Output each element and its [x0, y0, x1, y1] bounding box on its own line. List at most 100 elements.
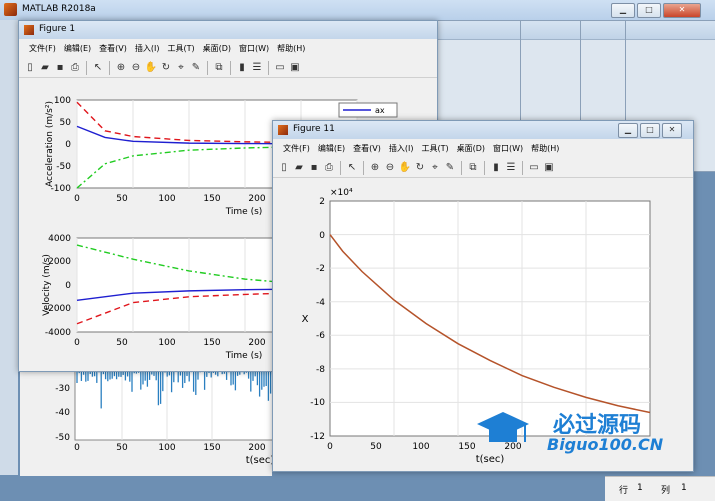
data-cursor-icon[interactable]: ⌖ [174, 61, 188, 75]
pan-icon[interactable]: ✋ [144, 61, 158, 75]
legend-label-ax: ax [375, 106, 385, 115]
dock-icon[interactable]: ▣ [288, 61, 302, 75]
bottom-ytick: -4000 [45, 328, 71, 338]
zoom-in-icon[interactable]: ⊕ [368, 161, 382, 175]
f11-xtick: 0 [327, 442, 333, 452]
bottom-ytick: 4000 [48, 234, 71, 244]
figure-11-title: Figure 11 [293, 124, 335, 134]
zoom-out-icon[interactable]: ⊖ [383, 161, 397, 175]
status-col-value: 1 [681, 483, 687, 493]
open-folder-icon[interactable]: ▰ [38, 61, 52, 75]
f11-ytick: -8 [316, 365, 325, 375]
figure-11-title-bar[interactable]: Figure 11 ▁ □ ✕ [273, 121, 693, 139]
menu-help[interactable]: 帮助(H) [527, 140, 563, 157]
bg-xlabel: t(sec) [246, 455, 272, 466]
brush-icon[interactable]: ✎ [189, 61, 203, 75]
f11-ylabel: X [302, 314, 309, 325]
bottom-xtick: 100 [158, 338, 175, 348]
top-xtick: 150 [203, 194, 220, 204]
new-figure-icon[interactable]: ▯ [277, 161, 291, 175]
pointer-icon[interactable]: ↖ [345, 161, 359, 175]
close-button[interactable]: ✕ [662, 123, 682, 138]
f11-ytick: -6 [316, 331, 325, 341]
print-icon[interactable]: ⎙ [68, 61, 82, 75]
top-ytick: 50 [60, 118, 72, 128]
bottom-xtick: 150 [203, 338, 220, 348]
bg-ytick: -30 [55, 384, 70, 394]
figure-11-window-controls: ▁ □ ✕ [618, 123, 682, 138]
top-ylabel: Acceleration (m/s²) [45, 101, 55, 187]
top-xtick: 50 [116, 194, 128, 204]
f11-xtick: 150 [458, 442, 475, 452]
top-xlabel: Time (s) [225, 207, 263, 217]
matlab-logo-icon [4, 3, 17, 16]
hide-tools-icon[interactable]: ▭ [273, 61, 287, 75]
menu-file[interactable]: 文件(F) [25, 40, 60, 57]
figure-11-toolbar: ▯ ▰ ▪ ⎙ ↖ ⊕ ⊖ ✋ ↻ ⌖ ✎ ⧉ ▮ ☰ ▭ ▣ [273, 158, 693, 178]
app-title: MATLAB R2018a [22, 4, 96, 14]
menu-view[interactable]: 查看(V) [349, 140, 385, 157]
f11-xtick: 100 [412, 442, 429, 452]
f11-ytick: -2 [316, 264, 325, 274]
f11-ytick: 0 [319, 231, 325, 241]
menu-insert[interactable]: 插入(I) [131, 40, 164, 57]
pan-icon[interactable]: ✋ [398, 161, 412, 175]
brush-icon[interactable]: ✎ [443, 161, 457, 175]
menu-tools[interactable]: 工具(T) [163, 40, 198, 57]
menu-insert[interactable]: 插入(I) [385, 140, 418, 157]
bg-xtick: 150 [203, 443, 220, 453]
figure-icon [24, 25, 34, 35]
bottom-xtick: 50 [116, 338, 128, 348]
new-figure-icon[interactable]: ▯ [23, 61, 37, 75]
menu-help[interactable]: 帮助(H) [273, 40, 309, 57]
menu-file[interactable]: 文件(F) [279, 140, 314, 157]
menu-edit[interactable]: 编辑(E) [314, 140, 349, 157]
status-bar: 行 1 列 1 [605, 476, 715, 501]
menu-view[interactable]: 查看(V) [95, 40, 131, 57]
save-icon[interactable]: ▪ [53, 61, 67, 75]
legend-icon[interactable]: ☰ [504, 161, 518, 175]
figure-1-title: Figure 1 [39, 24, 76, 34]
maximize-button[interactable]: □ [637, 3, 661, 18]
desktop-left-strip [0, 20, 18, 475]
open-folder-icon[interactable]: ▰ [292, 161, 306, 175]
menu-window[interactable]: 窗口(W) [235, 40, 273, 57]
background-figure: -30 -40 -50 0 50 100 150 200 t(sec) [20, 368, 272, 476]
figure-1-toolbar: ▯ ▰ ▪ ⎙ ↖ ⊕ ⊖ ✋ ↻ ⌖ ✎ ⧉ ▮ ☰ ▭ ▣ [19, 58, 437, 78]
minimize-button[interactable]: ▁ [611, 3, 635, 18]
bottom-ytick: 0 [65, 281, 71, 291]
menu-desktop[interactable]: 桌面(D) [199, 40, 235, 57]
menu-edit[interactable]: 编辑(E) [60, 40, 95, 57]
zoom-out-icon[interactable]: ⊖ [129, 61, 143, 75]
hide-tools-icon[interactable]: ▭ [527, 161, 541, 175]
rotate-icon[interactable]: ↻ [413, 161, 427, 175]
save-icon[interactable]: ▪ [307, 161, 321, 175]
colorbar-icon[interactable]: ▮ [235, 61, 249, 75]
menu-desktop[interactable]: 桌面(D) [453, 140, 489, 157]
menu-window[interactable]: 窗口(W) [489, 140, 527, 157]
top-xtick: 200 [248, 194, 265, 204]
maximize-button[interactable]: □ [640, 123, 660, 138]
bg-xtick: 0 [74, 443, 80, 453]
figure-icon [278, 125, 288, 135]
minimize-button[interactable]: ▁ [618, 123, 638, 138]
zoom-in-icon[interactable]: ⊕ [114, 61, 128, 75]
print-icon[interactable]: ⎙ [322, 161, 336, 175]
figure-11-axes [329, 200, 651, 437]
menu-tools[interactable]: 工具(T) [417, 140, 452, 157]
pointer-icon[interactable]: ↖ [91, 61, 105, 75]
link-icon[interactable]: ⧉ [212, 61, 226, 75]
close-button[interactable]: ✕ [663, 3, 701, 18]
link-icon[interactable]: ⧉ [466, 161, 480, 175]
legend-icon[interactable]: ☰ [250, 61, 264, 75]
figure-1-title-bar[interactable]: Figure 1 [19, 21, 437, 39]
bottom-xlabel: Time (s) [225, 351, 263, 361]
rotate-icon[interactable]: ↻ [159, 61, 173, 75]
status-row-value: 1 [637, 483, 643, 493]
matlab-title-bar: MATLAB R2018a ▁ □ ✕ [0, 0, 715, 21]
top-xtick: 0 [74, 194, 80, 204]
dock-icon[interactable]: ▣ [542, 161, 556, 175]
data-cursor-icon[interactable]: ⌖ [428, 161, 442, 175]
f11-ytick: -10 [310, 398, 325, 408]
colorbar-icon[interactable]: ▮ [489, 161, 503, 175]
